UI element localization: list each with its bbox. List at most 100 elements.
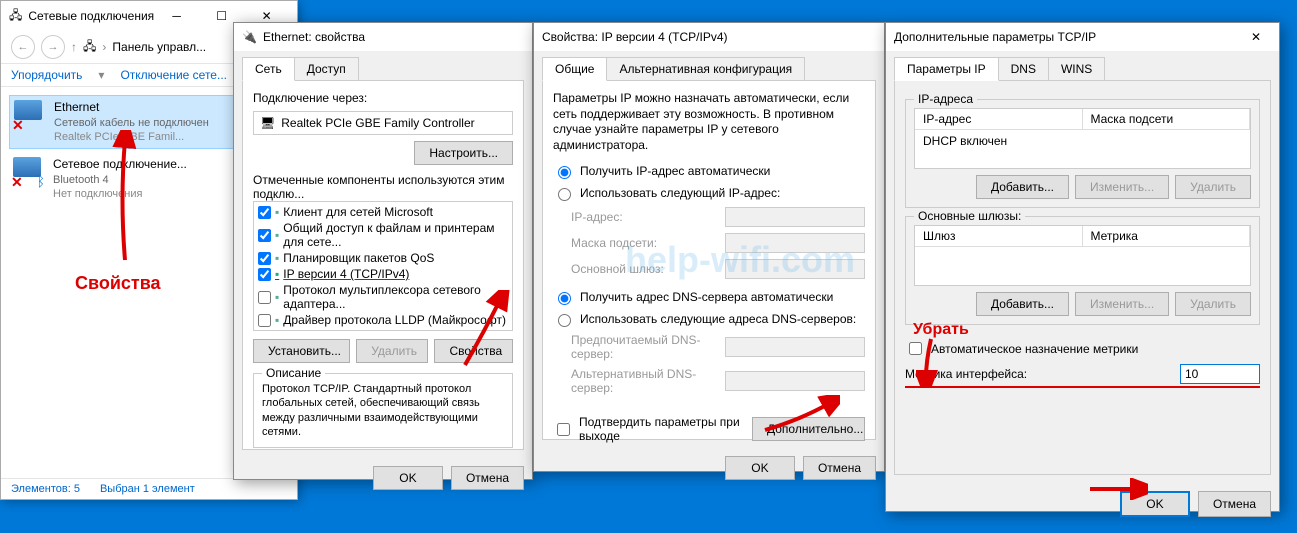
radio-manual-dns[interactable]: Использовать следующие адреса DNS-сервер… <box>553 311 865 327</box>
component-checkbox[interactable] <box>258 291 271 304</box>
edit-ip-button[interactable]: Изменить... <box>1075 175 1169 199</box>
advanced-button[interactable]: Дополнительно... <box>752 417 865 441</box>
adapter-icon: 🔌 <box>242 30 257 44</box>
component-item[interactable]: ▪Клиент для сетей Microsoft <box>256 204 510 220</box>
component-checkbox[interactable] <box>258 268 271 281</box>
col-mask: Маска подсети <box>1083 109 1251 129</box>
item-sub2: Realtek PCIe GBE Famil... <box>54 130 209 144</box>
ip-input[interactable] <box>725 207 865 227</box>
cancel-button[interactable]: Отмена <box>451 466 524 490</box>
properties-button[interactable]: Свойства <box>434 339 513 363</box>
manual-dns-radio[interactable] <box>558 314 571 327</box>
item-sub1: Сетевой кабель не подключен <box>54 116 209 130</box>
dialog-title: Свойства: IP версии 4 (TCP/IPv4) <box>542 30 728 44</box>
device-box: 🖥 Realtek PCIe GBE Family Controller <box>253 111 513 135</box>
bt-glyph-icon: ᛒ <box>37 173 45 189</box>
configure-button[interactable]: Настроить... <box>414 141 513 165</box>
ok-button[interactable]: OK <box>725 456 795 480</box>
protocol-icon: ▪ <box>275 205 279 219</box>
if-metric-input[interactable] <box>1180 364 1260 384</box>
component-label: Драйвер протокола LLDP (Майкрософт) <box>283 313 506 327</box>
component-item[interactable]: ▪IP версии 4 (TCP/IPv4) <box>256 266 510 282</box>
tab-general[interactable]: Общие <box>542 57 607 81</box>
ok-button[interactable]: OK <box>1120 491 1190 517</box>
auto-dns-radio[interactable] <box>558 292 571 305</box>
protocol-icon: ▪ <box>275 251 279 265</box>
component-item[interactable]: ▪ Драйвер протокола LLDP (Майкрософт) <box>256 312 510 328</box>
protocol-icon: ▪ <box>275 228 279 242</box>
delete-gw-button[interactable]: Удалить <box>1175 292 1251 316</box>
component-item[interactable]: ▪Планировщик пакетов QoS <box>256 250 510 266</box>
radio-manual-ip[interactable]: Использовать следующий IP-адрес: <box>553 185 865 201</box>
delete-ip-button[interactable]: Удалить <box>1175 175 1251 199</box>
auto-metric-checkbox[interactable] <box>909 342 922 355</box>
item-title: Ethernet <box>54 100 209 116</box>
component-checkbox[interactable] <box>258 330 271 332</box>
ethernet-icon: ✕ <box>14 100 46 132</box>
tabs: Сеть Доступ <box>242 57 524 81</box>
add-ip-button[interactable]: Добавить... <box>976 175 1069 199</box>
network-icon: 🖧 <box>9 6 22 27</box>
component-item[interactable]: ▪IP версии 6 (TCP/IPv6) <box>256 328 510 331</box>
gateway-input[interactable] <box>725 259 865 279</box>
add-gw-button[interactable]: Добавить... <box>976 292 1069 316</box>
confirm-exit-checkbox[interactable] <box>557 423 570 436</box>
status-selection: Выбран 1 элемент <box>100 483 195 495</box>
pref-dns-label: Предпочитаемый DNS-сервер: <box>571 333 725 361</box>
dialog-titlebar: Дополнительные параметры TCP/IP ✕ <box>886 23 1279 51</box>
tab-dns[interactable]: DNS <box>998 57 1049 81</box>
alt-dns-label: Альтернативный DNS-сервер: <box>571 367 725 395</box>
radio-auto-dns[interactable]: Получить адрес DNS-сервера автоматически <box>553 289 865 305</box>
pref-dns-input[interactable] <box>725 337 865 357</box>
dialog-titlebar: Свойства: IP версии 4 (TCP/IPv4) <box>534 23 884 51</box>
organize-menu[interactable]: Упорядочить <box>11 68 82 82</box>
cancel-button[interactable]: Отмена <box>1198 491 1271 517</box>
ipv4-properties-dialog: Свойства: IP версии 4 (TCP/IPv4) Общие А… <box>533 22 885 472</box>
components-label: Отмеченные компоненты используются этим … <box>253 173 513 201</box>
ip-label: IP-адрес: <box>571 210 725 224</box>
tab-alt-config[interactable]: Альтернативная конфигурация <box>606 57 805 81</box>
ok-button[interactable]: OK <box>373 466 443 490</box>
edit-gw-button[interactable]: Изменить... <box>1075 292 1169 316</box>
radio-auto-ip[interactable]: Получить IP-адрес автоматически <box>553 163 865 179</box>
up-button[interactable]: ↑ <box>71 40 77 54</box>
component-label: IP версии 4 (TCP/IPv4) <box>283 267 409 281</box>
ip-addresses-table[interactable]: IP-адрес Маска подсети DHCP включен <box>914 108 1251 169</box>
confirm-exit-checkbox-row[interactable]: Подтвердить параметры при выходе <box>553 415 752 443</box>
minimize-button[interactable]: ─ <box>154 2 199 30</box>
col-gateway: Шлюз <box>915 226 1083 246</box>
component-checkbox[interactable] <box>258 314 271 327</box>
window-title: Сетевые подключения <box>28 9 154 23</box>
tab-ip-params[interactable]: Параметры IP <box>894 57 999 81</box>
breadcrumb[interactable]: Панель управл... <box>112 40 206 54</box>
alt-dns-input[interactable] <box>725 371 865 391</box>
protocol-icon: ▪ <box>275 313 279 327</box>
close-button[interactable]: ✕ <box>1241 25 1271 49</box>
gateways-table[interactable]: Шлюз Метрика <box>914 225 1251 286</box>
component-label: IP версии 6 (TCP/IPv6) <box>283 329 409 331</box>
description-text: Протокол TCP/IP. Стандартный протокол гл… <box>262 382 504 439</box>
remove-button[interactable]: Удалить <box>356 339 428 363</box>
component-checkbox[interactable] <box>258 206 271 219</box>
ethernet-properties-dialog: 🔌 Ethernet: свойства Сеть Доступ Подключ… <box>233 22 533 480</box>
forward-button[interactable]: → <box>41 35 65 59</box>
components-list[interactable]: ▪Клиент для сетей Microsoft▪Общий доступ… <box>253 201 513 331</box>
component-item[interactable]: ▪Протокол мультиплексора сетевого адапте… <box>256 282 510 312</box>
install-button[interactable]: Установить... <box>253 339 350 363</box>
manual-ip-radio[interactable] <box>558 188 571 201</box>
back-button[interactable]: ← <box>11 35 35 59</box>
tab-network[interactable]: Сеть <box>242 57 295 81</box>
cancel-button[interactable]: Отмена <box>803 456 876 480</box>
mask-input[interactable] <box>725 233 865 253</box>
component-item[interactable]: ▪Общий доступ к файлам и принтерам для с… <box>256 220 510 250</box>
disconnect-menu[interactable]: Отключение сете... <box>120 68 227 82</box>
gateway-label: Основной шлюз: <box>571 262 725 276</box>
auto-ip-radio[interactable] <box>558 166 571 179</box>
ip-addresses-group: IP-адреса <box>914 92 977 106</box>
device-name: Realtek PCIe GBE Family Controller <box>281 116 474 130</box>
component-checkbox[interactable] <box>258 252 271 265</box>
tab-access[interactable]: Доступ <box>294 57 359 81</box>
auto-metric-checkbox-row[interactable]: Автоматическое назначение метрики <box>905 339 1260 358</box>
component-checkbox[interactable] <box>258 229 271 242</box>
tab-wins[interactable]: WINS <box>1048 57 1105 81</box>
